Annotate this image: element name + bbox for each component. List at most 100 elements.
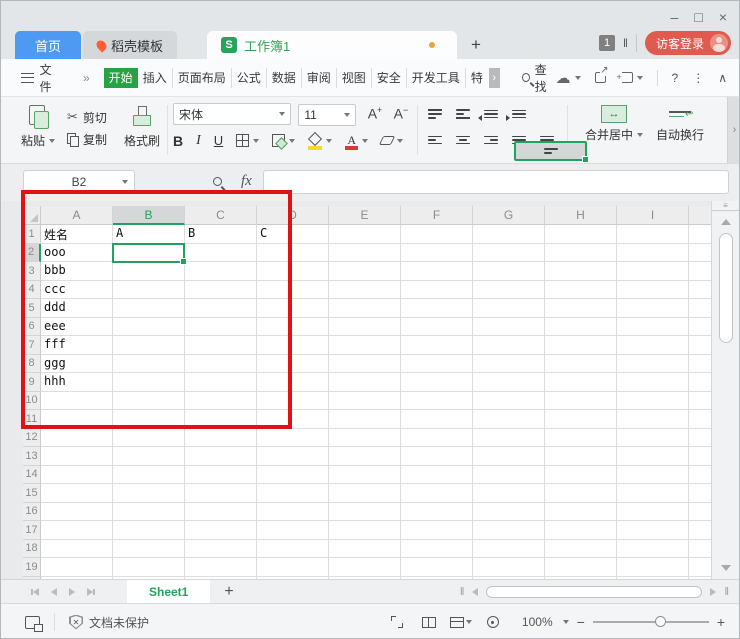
split-handle-icon[interactable]: ≡ <box>712 201 739 211</box>
cell-D11[interactable] <box>257 410 329 429</box>
prev-sheet-icon[interactable] <box>51 587 57 596</box>
name-box[interactable]: B2 <box>23 170 135 194</box>
cell-B3[interactable] <box>113 262 185 281</box>
last-sheet-icon[interactable] <box>87 587 93 596</box>
column-header-F[interactable]: F <box>401 206 473 225</box>
cell-G2[interactable] <box>473 243 545 262</box>
cell-F10[interactable] <box>401 391 473 410</box>
cell-E8[interactable] <box>329 354 401 373</box>
bold-button[interactable]: B <box>173 133 183 149</box>
cell-I14[interactable] <box>617 465 689 484</box>
cell-C14[interactable] <box>185 465 257 484</box>
cell-I13[interactable] <box>617 447 689 466</box>
cell-E7[interactable] <box>329 336 401 355</box>
cell-D7[interactable] <box>257 336 329 355</box>
row-header-14[interactable]: 14 <box>23 465 41 484</box>
cell-C12[interactable] <box>185 428 257 447</box>
row-header-1[interactable]: 1 <box>23 225 41 244</box>
page-layout-view-button[interactable] <box>449 612 472 632</box>
maximize-button[interactable]: □ <box>694 9 702 25</box>
cell-G3[interactable] <box>473 262 545 281</box>
cell-D19[interactable] <box>257 558 329 577</box>
cell-C6[interactable] <box>185 317 257 336</box>
cell-partial-5[interactable] <box>689 299 713 318</box>
menu-item-4[interactable]: 公式 <box>232 67 267 88</box>
row-header-19[interactable]: 19 <box>23 558 41 577</box>
cell-D9[interactable] <box>257 373 329 392</box>
fullscreen-view-button[interactable] <box>386 612 408 632</box>
menu-item-3[interactable]: 页面布局 <box>173 67 232 88</box>
fill-color-button[interactable] <box>308 134 333 150</box>
row-header-12[interactable]: 12 <box>23 428 41 447</box>
cell-A5[interactable]: ddd <box>41 299 113 318</box>
sheet-tab-sheet1[interactable]: Sheet1 <box>127 579 211 604</box>
cell-B15[interactable] <box>113 484 185 503</box>
cell-style-button[interactable] <box>272 134 296 147</box>
cell-C8[interactable] <box>185 354 257 373</box>
cell-G9[interactable] <box>473 373 545 392</box>
page-break-view-button[interactable] <box>418 612 440 632</box>
cell-partial-4[interactable] <box>689 281 713 299</box>
cell-G18[interactable] <box>473 539 545 558</box>
cell-B1[interactable]: A <box>113 225 185 244</box>
cell-I12[interactable] <box>617 428 689 447</box>
cell-F5[interactable] <box>401 299 473 318</box>
cell-B5[interactable] <box>113 299 185 318</box>
cell-G19[interactable] <box>473 558 545 577</box>
cell-E2[interactable] <box>329 243 401 262</box>
file-menu[interactable]: 文件 <box>40 61 61 95</box>
cell-E18[interactable] <box>329 539 401 558</box>
guest-login-button[interactable]: 访客登录 <box>644 31 731 55</box>
row-header-8[interactable]: 8 <box>23 354 41 373</box>
cell-D2[interactable] <box>257 243 329 262</box>
cell-B12[interactable] <box>113 428 185 447</box>
more-menu-button[interactable]: ⋮ <box>692 71 704 85</box>
cell-D8[interactable] <box>257 354 329 373</box>
menu-item-9[interactable]: 开发工具 <box>407 67 466 88</box>
align-bottom-button[interactable] <box>453 104 473 124</box>
scroll-right-icon[interactable] <box>710 587 717 596</box>
zoom-level[interactable]: 100% <box>522 615 553 629</box>
row-header-10[interactable]: 10 <box>23 391 41 410</box>
menu-item-6[interactable]: 审阅 <box>302 67 337 88</box>
cell-C13[interactable] <box>185 447 257 466</box>
cell-A9[interactable]: hhh <box>41 373 113 392</box>
cell-G16[interactable] <box>473 502 545 521</box>
zoom-slider[interactable] <box>592 616 709 627</box>
cell-I17[interactable] <box>617 521 689 540</box>
cell-I18[interactable] <box>617 539 689 558</box>
cell-H10[interactable] <box>545 391 617 410</box>
cell-B14[interactable] <box>113 465 185 484</box>
italic-button[interactable]: I <box>196 133 201 149</box>
cell-F18[interactable] <box>401 539 473 558</box>
tab-count-badge[interactable]: 1 <box>599 35 616 51</box>
cell-B6[interactable] <box>113 317 185 336</box>
add-sheet-button[interactable]: + <box>224 583 233 601</box>
align-right-button[interactable] <box>481 130 501 150</box>
vertical-scrollbar[interactable]: ≡ <box>711 201 739 579</box>
cell-I3[interactable] <box>617 262 689 281</box>
cell-H16[interactable] <box>545 502 617 521</box>
document-protection-status[interactable]: 文档未保护 <box>89 614 149 631</box>
close-button[interactable]: × <box>719 9 727 25</box>
cell-A18[interactable] <box>41 539 113 558</box>
format-painter-button[interactable]: 格式刷 <box>121 105 163 149</box>
row-header-13[interactable]: 13 <box>23 447 41 466</box>
cell-C16[interactable] <box>185 502 257 521</box>
cell-B11[interactable] <box>113 410 185 429</box>
cell-partial-6[interactable] <box>689 318 713 336</box>
insert-function-button[interactable]: fx <box>241 173 252 190</box>
horizontal-scroll-thumb[interactable] <box>486 585 703 598</box>
row-header-4[interactable]: 4 <box>23 280 41 299</box>
cell-I1[interactable] <box>617 225 689 244</box>
cell-D1[interactable]: C <box>257 225 329 244</box>
cell-I9[interactable] <box>617 373 689 392</box>
cell-F14[interactable] <box>401 465 473 484</box>
cut-button[interactable]: ✂ 剪切 <box>67 106 107 128</box>
cell-C3[interactable] <box>185 262 257 281</box>
cell-G11[interactable] <box>473 410 545 429</box>
row-header-11[interactable]: 11 <box>23 410 41 429</box>
row-header-9[interactable]: 9 <box>23 373 41 392</box>
collapse-ribbon-button[interactable]: ∧ <box>718 71 727 85</box>
font-size-select[interactable]: 11 <box>298 103 357 126</box>
